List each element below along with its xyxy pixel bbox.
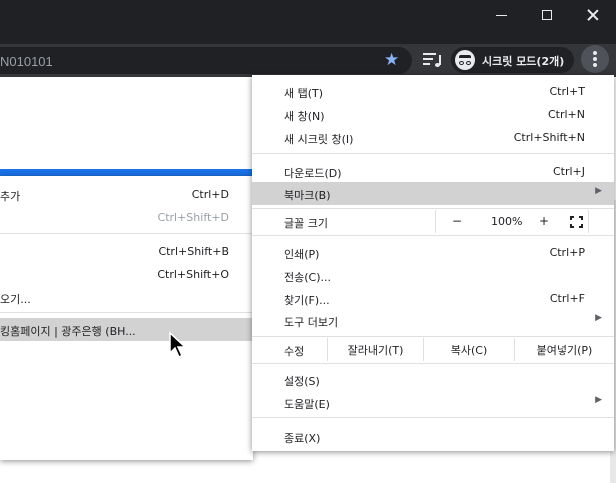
menu-item-downloads[interactable]: 다운로드(D) Ctrl+J <box>252 160 614 183</box>
menu-item-help[interactable]: 도움말(E) ▶ <box>252 391 614 414</box>
title-bar <box>0 0 616 44</box>
paste-button[interactable]: 붙여넣기(P) <box>514 338 614 361</box>
incognito-label: 시크릿 모드(2개) <box>482 55 565 68</box>
menu-item-print[interactable]: 인쇄(P) Ctrl+P <box>252 241 614 264</box>
maximize-icon <box>542 10 552 20</box>
menu-item-find[interactable]: 찾기(F)... Ctrl+F <box>252 287 614 310</box>
menu-item-settings[interactable]: 설정(S) <box>252 368 614 391</box>
mouse-cursor-icon <box>169 331 187 359</box>
menu-separator <box>252 363 614 364</box>
fullscreen-icon[interactable] <box>570 216 583 228</box>
menu-separator <box>0 312 253 313</box>
more-vert-icon <box>593 51 597 55</box>
menu-separator <box>252 417 614 418</box>
address-bar-url: N010101 <box>0 54 53 69</box>
menu-separator <box>252 153 614 154</box>
minimize-button[interactable] <box>478 0 524 30</box>
menu-item-new-incognito-window[interactable]: 새 시크릿 창(I) Ctrl+Shift+N <box>252 126 614 149</box>
show-bookmarks-bar-item[interactable]: Ctrl+Shift+B <box>0 240 253 263</box>
bookmarks-submenu: 추가 Ctrl+D Ctrl+Shift+D Ctrl+Shift+B Ctrl… <box>0 176 253 460</box>
submenu-arrow-icon: ▶ <box>595 186 602 196</box>
maximize-button[interactable] <box>524 0 570 30</box>
zoom-level: 100% <box>491 215 523 228</box>
menu-item-exit[interactable]: 종료(X) <box>252 425 614 448</box>
address-bar[interactable]: N010101 ★ <box>0 47 412 74</box>
reading-list-icon[interactable] <box>423 52 441 68</box>
bookmark-all-tabs-item[interactable]: Ctrl+Shift+D <box>0 206 253 229</box>
close-icon <box>587 9 599 21</box>
bookmark-manager-item[interactable]: Ctrl+Shift+O <box>0 263 253 286</box>
import-bookmarks-item[interactable]: 오기... <box>0 286 253 309</box>
copy-button[interactable]: 복사(C) <box>423 338 514 361</box>
menu-separator <box>252 208 614 209</box>
cut-button[interactable]: 잘라내기(T) <box>327 338 423 361</box>
menu-item-new-tab[interactable]: 새 탭(T) Ctrl+T <box>252 80 614 103</box>
submenu-arrow-icon: ▶ <box>595 313 602 323</box>
incognito-indicator[interactable]: 시크릿 모드(2개) <box>451 47 574 73</box>
zoom-controls: − 100% + <box>435 210 589 233</box>
menu-item-bookmarks[interactable]: 북마크(B) ▶ <box>252 182 614 205</box>
incognito-icon <box>455 50 475 70</box>
bookmark-star-icon[interactable]: ★ <box>384 50 399 70</box>
browser-toolbar: N010101 ★ 시크릿 모드(2개) <box>0 44 616 77</box>
edit-row: 수정 잘라내기(T) 복사(C) 붙여넣기(P) <box>252 338 614 361</box>
menu-item-more-tools[interactable]: 도구 더보기 ▶ <box>252 309 614 332</box>
zoom-label: 글꼴 크기 <box>284 217 328 230</box>
minimize-icon <box>495 14 507 16</box>
zoom-row: 글꼴 크기 − 100% + <box>252 210 614 233</box>
close-window-button[interactable] <box>570 0 616 30</box>
menu-separator <box>0 233 253 234</box>
chrome-menu-button[interactable] <box>581 45 609 73</box>
submenu-arrow-icon: ▶ <box>595 395 602 405</box>
bookmark-entry-kjbank[interactable]: 킹홈페이지 | 광주은행 (BH... <box>0 318 253 341</box>
zoom-in-button[interactable]: + <box>539 214 549 228</box>
zoom-out-button[interactable]: − <box>452 214 462 228</box>
edit-label: 수정 <box>284 345 305 358</box>
bookmark-this-tab-item[interactable]: 추가 Ctrl+D <box>0 183 253 206</box>
chrome-main-menu: 새 탭(T) Ctrl+T 새 창(N) Ctrl+N 새 시크릿 창(I) C… <box>252 75 614 451</box>
page-banner-strip <box>0 169 252 176</box>
menu-separator <box>252 235 614 236</box>
menu-separator <box>252 336 614 337</box>
menu-item-new-window[interactable]: 새 창(N) Ctrl+N <box>252 103 614 126</box>
menu-item-cast[interactable]: 전송(C)... <box>252 264 614 287</box>
